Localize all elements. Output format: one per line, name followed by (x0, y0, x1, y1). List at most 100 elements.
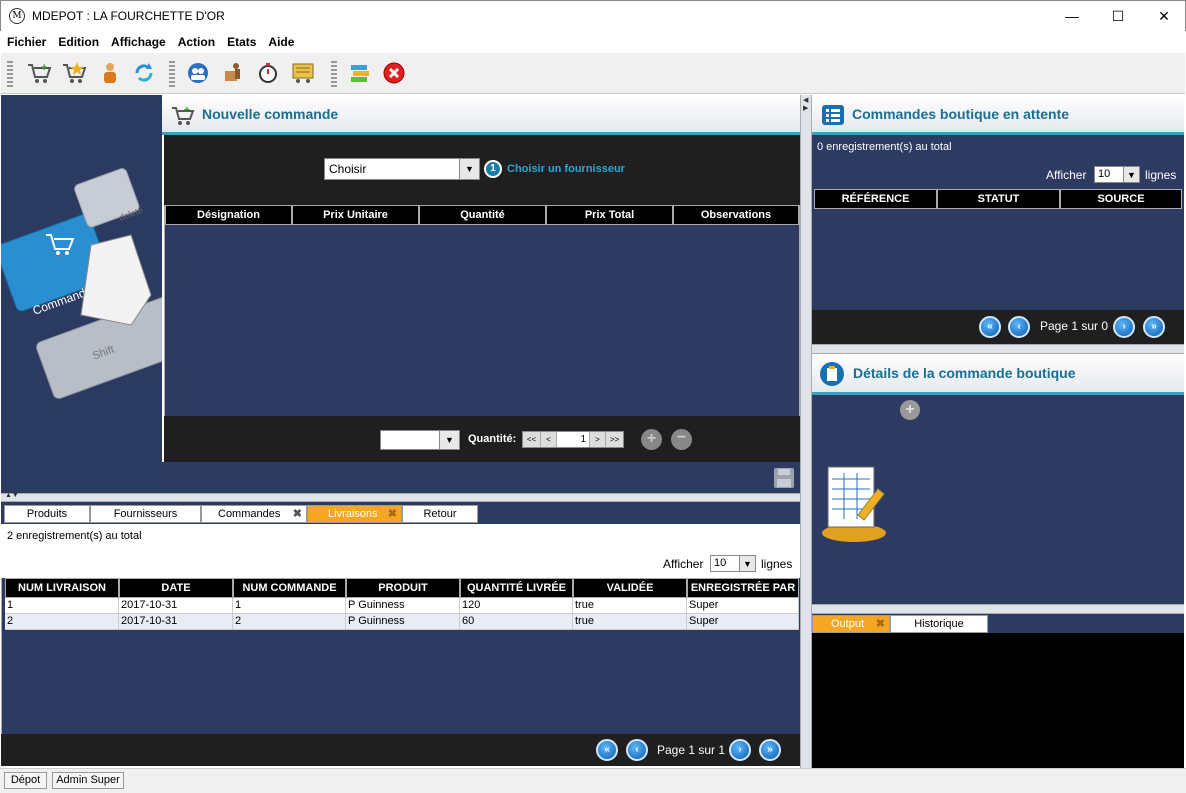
toolbar-grip[interactable] (331, 61, 337, 87)
horizontal-splitter[interactable]: ▲▼ (1, 492, 800, 502)
chevron-down-icon[interactable]: ▼ (459, 159, 479, 179)
toolbar-grip[interactable] (7, 61, 13, 87)
close-icon[interactable]: ✖ (876, 616, 885, 632)
tab-label: Commandes (218, 508, 281, 520)
column-header[interactable]: STATUT (937, 189, 1060, 209)
status-user: Admin Super (52, 772, 124, 789)
column-header[interactable]: ENREGISTRÉE PAR (687, 578, 799, 598)
column-header[interactable]: SOURCE (1060, 189, 1182, 209)
page-size-combo[interactable]: 10 ▼ (1094, 166, 1140, 183)
next-page-icon[interactable]: › (729, 739, 751, 761)
table-cell: true (573, 614, 687, 629)
next-page-icon[interactable]: › (1113, 316, 1135, 338)
toolbar-grip[interactable] (169, 61, 175, 87)
page-indicator: Page 1 sur 0 (1040, 319, 1109, 333)
livraisons-table: NUM LIVRAISON DATE NUM COMMANDE PRODUIT … (1, 578, 800, 734)
minimize-button[interactable]: — (1049, 1, 1095, 31)
tab-livraisons[interactable]: Livraisons ✖ (307, 505, 402, 523)
exit-icon[interactable] (379, 59, 409, 87)
menu-bar: Fichier Edition Affichage Action Etats Aide (1, 31, 1185, 53)
page-size-combo[interactable]: 10 ▼ (710, 555, 756, 572)
column-header[interactable]: Désignation (165, 205, 292, 225)
toolbar: + (1, 53, 1185, 94)
remove-line-icon[interactable]: − (671, 429, 692, 450)
maximize-button[interactable]: ☐ (1095, 1, 1141, 31)
column-header[interactable]: Quantité (419, 205, 546, 225)
save-icon[interactable] (773, 467, 795, 489)
right-splitter[interactable] (812, 344, 1184, 354)
step-label: Choisir un fournisseur (507, 163, 625, 175)
chevron-down-icon[interactable]: ▼ (1123, 167, 1139, 182)
column-header[interactable]: Prix Unitaire (292, 205, 419, 225)
stopwatch-icon[interactable] (253, 59, 283, 87)
menu-aide[interactable]: Aide (262, 31, 300, 49)
person-icon[interactable] (95, 59, 125, 87)
prev-page-icon[interactable]: ‹ (1008, 316, 1030, 338)
quantity-stepper[interactable]: << < 1 > >> (522, 431, 624, 448)
splitter-arrows-icon[interactable]: ▲▼ (5, 492, 19, 499)
cart-star-icon[interactable] (59, 59, 89, 87)
column-header[interactable]: RÉFÉRENCE (814, 189, 937, 209)
menu-affichage[interactable]: Affichage (105, 31, 172, 49)
vertical-splitter[interactable]: ◀ ▶ (800, 95, 812, 768)
first-page-icon[interactable]: « (596, 739, 618, 761)
prev-page-icon[interactable]: ‹ (626, 739, 648, 761)
splitter-arrows-icon[interactable]: ◀ ▶ (803, 97, 808, 113)
menu-etats[interactable]: Etats (221, 31, 262, 49)
first-page-icon[interactable]: « (979, 316, 1001, 338)
svg-text:+: + (184, 105, 190, 116)
add-line-icon[interactable]: + (641, 429, 662, 450)
supplier-combo[interactable]: Choisir ▼ (324, 158, 480, 180)
next-button[interactable]: > (589, 432, 605, 447)
column-header[interactable]: Prix Total (546, 205, 673, 225)
table-cell: 1 (233, 598, 346, 613)
prev-button[interactable]: < (541, 432, 557, 447)
right-splitter[interactable] (812, 604, 1184, 614)
close-icon[interactable]: ✖ (388, 506, 397, 522)
refresh-icon[interactable] (129, 59, 159, 87)
delivery-icon[interactable] (218, 59, 248, 87)
chevron-down-icon[interactable]: ▼ (439, 431, 459, 449)
livraisons-pagination: « ‹ Page 1 sur 1 › » (1, 734, 800, 766)
column-header[interactable]: VALIDÉE (573, 578, 687, 598)
last-page-icon[interactable]: » (759, 739, 781, 761)
tab-output[interactable]: Output ✖ (812, 615, 890, 633)
tab-retour[interactable]: Retour (402, 505, 478, 523)
books-icon[interactable] (345, 59, 375, 87)
product-combo[interactable]: ▼ (380, 430, 460, 450)
column-header[interactable]: NUM COMMANDE (233, 578, 346, 598)
cart-list-icon[interactable] (288, 59, 318, 87)
output-console[interactable] (812, 633, 1184, 768)
quantity-input[interactable]: 1 (557, 432, 589, 447)
attente-table: RÉFÉRENCE STATUT SOURCE (812, 189, 1184, 310)
last-button[interactable]: >> (605, 432, 623, 447)
column-header[interactable]: PRODUIT (346, 578, 460, 598)
table-row[interactable]: 1 2017-10-31 1 P Guinness 120 true Super (5, 598, 799, 614)
users-icon[interactable] (183, 59, 213, 87)
first-button[interactable]: << (523, 432, 541, 447)
table-row[interactable]: 2 2017-10-31 2 P Guinness 60 true Super (5, 614, 799, 630)
tab-historique[interactable]: Historique (890, 615, 988, 633)
livraisons-total-text: 2 enregistrement(s) au total (7, 530, 142, 542)
tab-fournisseurs[interactable]: Fournisseurs (90, 505, 201, 523)
column-header[interactable]: NUM LIVRAISON (5, 578, 119, 598)
attente-header: Commandes boutique en attente (812, 95, 1184, 135)
column-header[interactable]: DATE (119, 578, 233, 598)
close-icon[interactable]: ✖ (293, 506, 302, 522)
spreadsheet-edit-icon (822, 466, 886, 542)
menu-action[interactable]: Action (172, 31, 221, 49)
menu-fichier[interactable]: Fichier (1, 31, 52, 49)
column-header[interactable]: Observations (673, 205, 799, 225)
add-icon[interactable]: + (900, 400, 920, 420)
tab-produits[interactable]: Produits (4, 505, 90, 523)
last-page-icon[interactable]: » (1143, 316, 1165, 338)
tab-commandes[interactable]: Commandes ✖ (201, 505, 307, 523)
save-area (162, 462, 800, 493)
order-lines-table: Désignation Prix Unitaire Quantité Prix … (164, 205, 800, 416)
column-header[interactable]: QUANTITÉ LIVRÉE (460, 578, 573, 598)
cart-add-icon[interactable]: + (24, 59, 54, 87)
table-cell: 1 (5, 598, 119, 613)
close-window-button[interactable]: ✕ (1141, 1, 1186, 31)
chevron-down-icon[interactable]: ▼ (739, 556, 755, 571)
menu-edition[interactable]: Edition (52, 31, 105, 49)
